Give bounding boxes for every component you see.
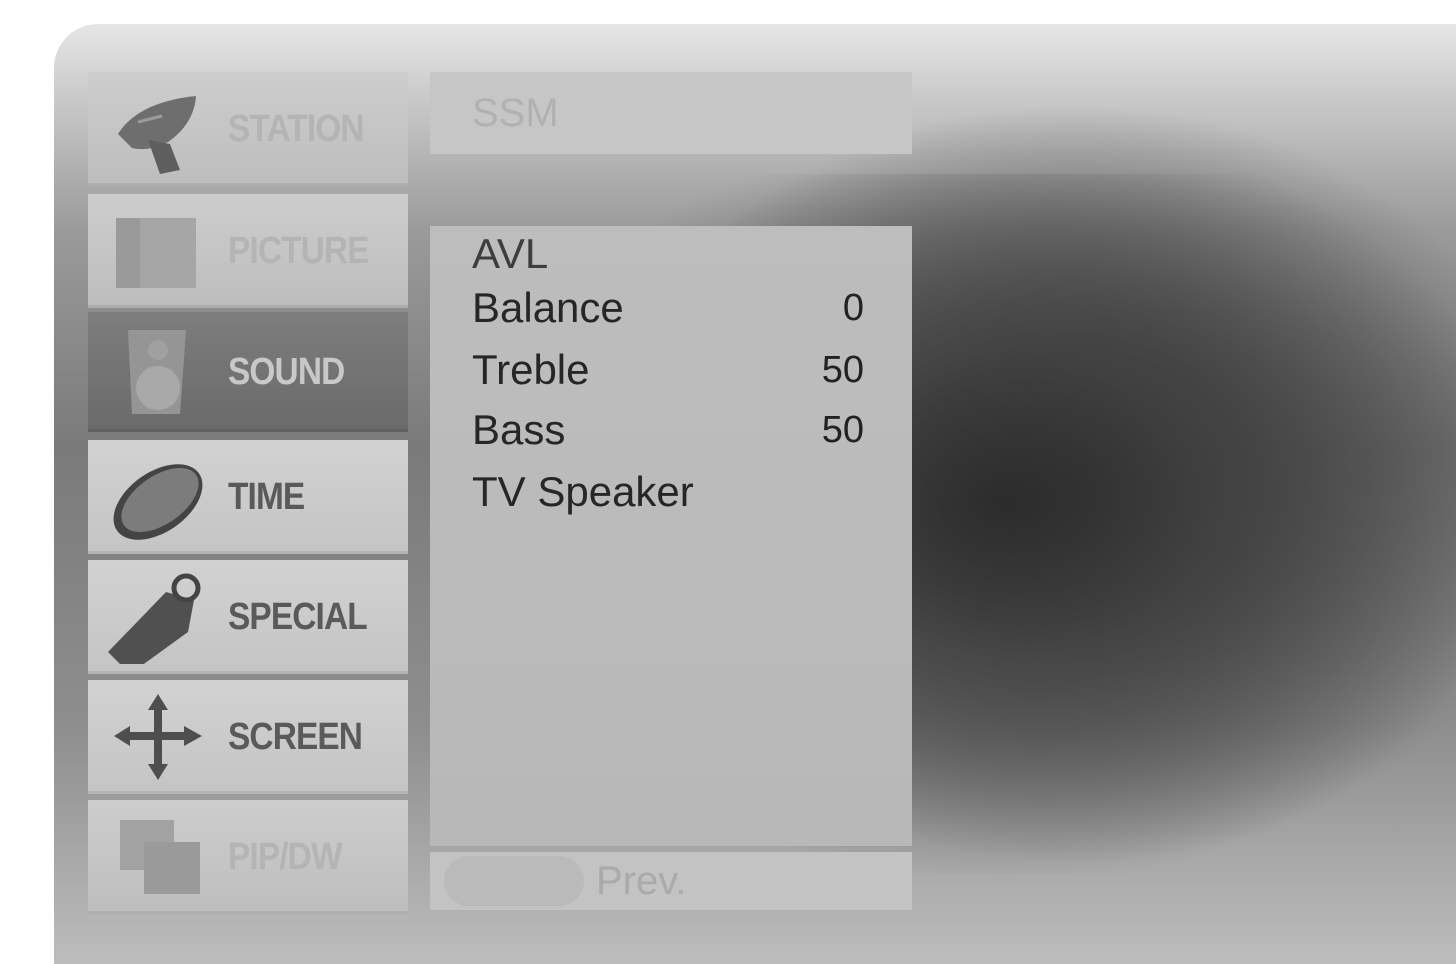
submenu-label-bass: Bass [472,406,566,453]
speaker-icon [128,330,186,414]
submenu-label-treble: Treble [472,346,590,393]
submenu-label-tv-speaker: TV Speaker [472,468,694,515]
menu-item-screen[interactable]: SCREEN [88,680,408,794]
menu-label-picture: PICTURE [228,229,370,272]
menu-item-pip-dw[interactable]: PIP/DW [88,800,408,914]
footer-bar: Prev. [430,852,912,910]
submenu-item-bass[interactable]: Bass 50 [472,402,864,458]
menu-label-pip-dw: PIP/DW [228,835,343,878]
satellite-dish-icon [118,96,196,174]
menu-label-station: STATION [228,107,365,150]
menu-label-sound: SOUND [228,350,345,393]
picture-frame-icon [116,218,196,288]
tag-icon [108,573,201,664]
prev-label: Prev. [596,858,687,903]
submenu-label-avl: AVL [472,230,549,277]
prev-button[interactable] [444,856,584,906]
pip-windows-icon [120,820,200,894]
menu-item-special[interactable]: SPECIAL [88,560,408,674]
submenu-item-avl[interactable]: AVL [472,226,864,282]
submenu-value-treble: 50 [821,348,864,391]
menu-label-screen: SCREEN [228,715,363,758]
menu-item-station[interactable]: STATION [88,72,408,186]
submenu-value-balance: 0 [842,286,864,329]
sound-submenu: AVL Balance 0 Treble 50 Bass 50 TV Speak… [430,226,912,846]
menu-item-picture[interactable]: PICTURE [88,194,408,308]
ssm-header: SSM [430,72,912,154]
submenu-value-bass: 50 [821,408,864,451]
menu-label-special: SPECIAL [228,595,368,638]
clock-icon [113,464,203,540]
menu-item-time[interactable]: TIME [88,440,408,554]
submenu-item-treble[interactable]: Treble 50 [472,342,864,398]
menu-label-time: TIME [228,475,305,518]
main-menu: STATION PICTURE SOUND TIME SPECIAL SCREE… [88,72,410,914]
submenu-label-balance: Balance [472,284,624,331]
ssm-item[interactable]: SSM [472,72,559,154]
move-arrows-icon [114,694,202,780]
submenu-item-tv-speaker[interactable]: TV Speaker [472,464,864,520]
menu-item-sound[interactable]: SOUND [88,312,408,432]
submenu-item-balance[interactable]: Balance 0 [472,280,864,336]
